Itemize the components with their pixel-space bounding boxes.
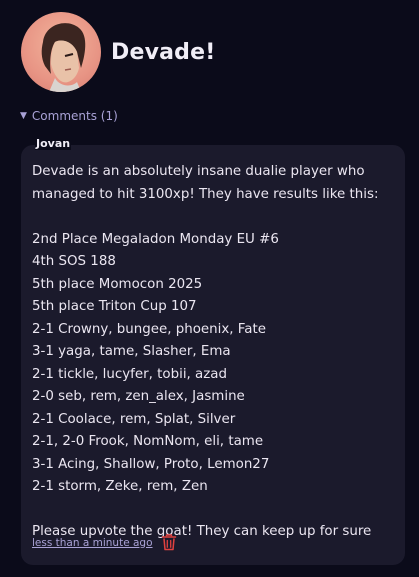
comment-author[interactable]: Jovan — [35, 137, 72, 150]
comment-line: 2-1 Coolace, rem, Splat, Silver — [32, 411, 236, 427]
comment-line: 2-0 seb, rem, zen_alex, Jasmine — [32, 389, 245, 404]
comment-body: Devade is an absolutely insane dualie pl… — [32, 161, 394, 544]
caret-down-icon: ▼ — [20, 111, 27, 121]
comments-toggle-label: Comments (1) — [31, 109, 118, 123]
page-title: Devade! — [111, 39, 216, 65]
avatar[interactable] — [21, 12, 101, 92]
comments-toggle[interactable]: ▼ Comments (1) — [20, 109, 118, 123]
comment-line: 2-1 tickle, lucyfer, tobii, azad — [32, 366, 227, 382]
comment-line: 5th place Momocon 2025 — [32, 276, 203, 292]
comment-line — [32, 499, 394, 522]
comment-line: 4th SOS 188 — [32, 254, 116, 269]
comment-line: 2-1 storm, Zeke, rem, Zen — [32, 479, 208, 494]
comment-line: 2-1, 2-0 Frook, NomNom, eli, tame — [32, 434, 264, 449]
comment-line — [32, 206, 394, 229]
comment-line: managed to hit 3100xp! They have results… — [32, 186, 379, 202]
comment-meta: less than a minute ago — [32, 534, 177, 551]
comment-line: 2nd Place Megaladon Monday EU #6 — [32, 231, 279, 247]
trash-icon[interactable] — [161, 534, 177, 551]
comment-line: 2-1 Crowny, bungee, phoenix, Fate — [32, 321, 266, 337]
comment-timestamp[interactable]: less than a minute ago — [32, 537, 153, 549]
comment-line: 3-1 Acing, Shallow, Proto, Lemon27 — [32, 456, 270, 472]
comment-line: 5th place Triton Cup 107 — [32, 299, 197, 314]
post-header: Devade! — [21, 12, 215, 92]
comment-line: 3-1 yaga, tame, Slasher, Ema — [32, 344, 231, 359]
comment-line: Devade is an absolutely insane dualie pl… — [32, 164, 365, 179]
